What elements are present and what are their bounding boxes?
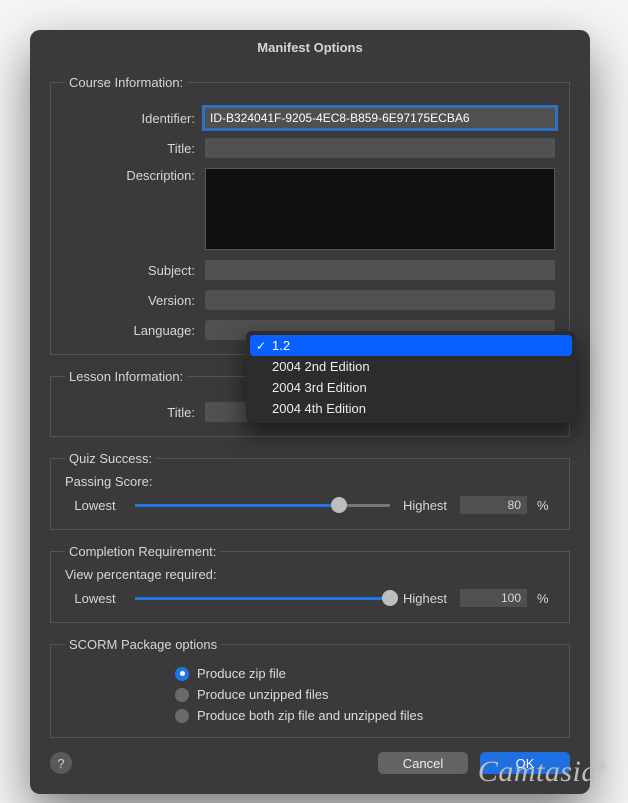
course-title-input[interactable] — [205, 138, 555, 158]
version-option-label: 2004 4th Edition — [272, 401, 366, 416]
slider-thumb[interactable] — [382, 590, 398, 606]
passing-score-slider[interactable] — [135, 495, 390, 515]
quiz-highest-label: Highest — [400, 498, 450, 513]
cancel-button[interactable]: Cancel — [378, 752, 468, 774]
window-title: Manifest Options — [30, 30, 590, 65]
version-select[interactable] — [205, 290, 555, 310]
completion-percent-label: % — [537, 591, 555, 606]
version-option-label: 1.2 — [272, 338, 290, 353]
radio-zip[interactable] — [175, 667, 189, 681]
version-option-label: 2004 2nd Edition — [272, 359, 370, 374]
version-option-2004-4th[interactable]: 2004 4th Edition — [246, 398, 576, 419]
language-label: Language: — [65, 323, 205, 338]
view-percentage-label: View percentage required: — [65, 567, 555, 582]
completion-input[interactable] — [460, 589, 527, 607]
quiz-success-section: Quiz Success: Passing Score: Lowest High… — [50, 451, 570, 530]
version-option-label: 2004 3rd Edition — [272, 380, 367, 395]
manifest-options-dialog: Manifest Options Course Information: Ide… — [30, 30, 590, 794]
subject-label: Subject: — [65, 263, 205, 278]
radio-both[interactable] — [175, 709, 189, 723]
completion-requirement-section: Completion Requirement: View percentage … — [50, 544, 570, 623]
passing-score-label: Passing Score: — [65, 474, 555, 489]
subject-input[interactable] — [205, 260, 555, 280]
title-label: Title: — [65, 141, 205, 156]
help-button[interactable]: ? — [50, 752, 72, 774]
radio-unzipped[interactable] — [175, 688, 189, 702]
version-dropdown-popup: ✓ 1.2 2004 2nd Edition 2004 3rd Edition … — [246, 331, 576, 423]
radio-both-label: Produce both zip file and unzipped files — [197, 708, 423, 723]
quiz-percent-label: % — [537, 498, 555, 513]
completion-section-legend: Completion Requirement: — [65, 544, 220, 559]
completion-slider[interactable] — [135, 588, 390, 608]
course-section-legend: Course Information: — [65, 75, 187, 90]
version-option-2004-2nd[interactable]: 2004 2nd Edition — [246, 356, 576, 377]
version-option-2004-3rd[interactable]: 2004 3rd Edition — [246, 377, 576, 398]
version-option-1-2[interactable]: ✓ 1.2 — [250, 335, 572, 356]
identifier-label: Identifier: — [65, 111, 205, 126]
version-label: Version: — [65, 293, 205, 308]
radio-zip-label: Produce zip file — [197, 666, 286, 681]
passing-score-input[interactable] — [460, 496, 527, 514]
description-textarea[interactable] — [205, 168, 555, 250]
check-icon: ✓ — [256, 339, 266, 353]
radio-unzipped-label: Produce unzipped files — [197, 687, 329, 702]
completion-lowest-label: Lowest — [65, 591, 125, 606]
scorm-package-section: SCORM Package options Produce zip file P… — [50, 637, 570, 738]
lesson-section-legend: Lesson Information: — [65, 369, 187, 384]
slider-thumb[interactable] — [331, 497, 347, 513]
description-label: Description: — [65, 168, 205, 183]
course-information-section: Course Information: Identifier: Title: D… — [50, 75, 570, 355]
lesson-title-label: Title: — [65, 405, 205, 420]
quiz-section-legend: Quiz Success: — [65, 451, 156, 466]
scorm-section-legend: SCORM Package options — [65, 637, 221, 652]
completion-highest-label: Highest — [400, 591, 450, 606]
camtasia-watermark: Camtasia® — [478, 755, 608, 789]
quiz-lowest-label: Lowest — [65, 498, 125, 513]
identifier-input[interactable] — [205, 108, 555, 128]
